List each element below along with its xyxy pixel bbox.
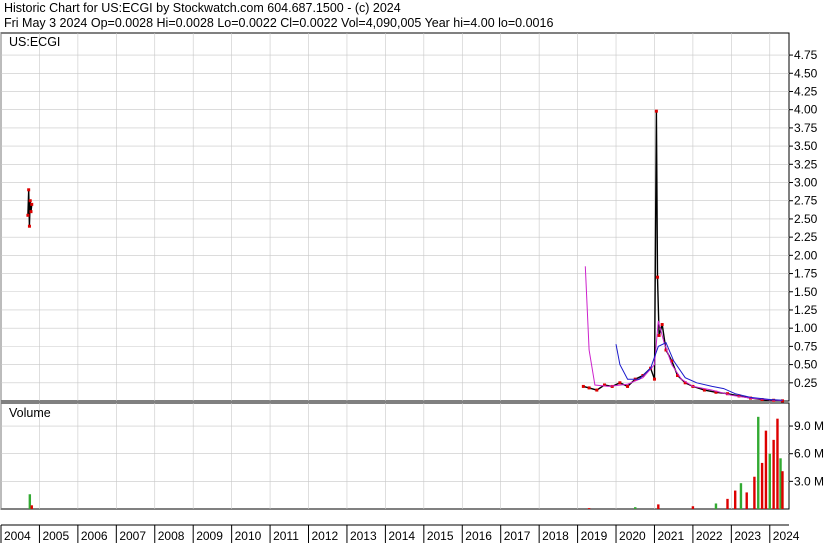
year-label: 2018 <box>542 529 569 543</box>
volume-bar <box>634 507 637 509</box>
price-axis: 0.25 0.50 0.75 1.00 1.25 1.50 1.75 2.00 2.25 2.50… <box>789 48 818 390</box>
volume-bar <box>757 416 760 509</box>
volume-panel <box>0 402 790 510</box>
year-label: 2007 <box>119 529 146 543</box>
price-panel <box>0 32 790 402</box>
volume-bar <box>739 483 743 509</box>
price-tick-label: 4.75 <box>794 48 818 62</box>
price-point <box>30 202 34 206</box>
year-label: 2020 <box>619 529 646 543</box>
volume-bar <box>714 503 718 509</box>
price-tick-label: 4.00 <box>794 103 818 117</box>
price-point <box>28 199 32 203</box>
volume-bar <box>781 471 784 509</box>
volume-bar <box>776 418 779 509</box>
symbol-label: US:ECGI <box>9 35 60 49</box>
year-label: 2004 <box>4 529 31 543</box>
x-axis: 2004 2005 2006 2007 2008 2009 2010 2011 2012 2013… <box>0 525 800 543</box>
volume-bar <box>768 453 771 509</box>
volume-bar <box>772 439 775 509</box>
price-tick-label: 2.75 <box>794 194 818 208</box>
price-point <box>587 386 591 390</box>
year-label: 2012 <box>312 529 339 543</box>
volume-bar <box>745 492 748 509</box>
price-tick-label: 4.50 <box>794 66 818 80</box>
price-tick-label: 3.75 <box>794 121 818 135</box>
year-label: 2010 <box>235 529 262 543</box>
year-label: 2022 <box>696 529 723 543</box>
year-label: 2014 <box>388 529 415 543</box>
price-point <box>626 384 630 388</box>
volume-bar <box>733 490 737 509</box>
year-label: 2021 <box>657 529 684 543</box>
year-label: 2011 <box>273 529 299 543</box>
year-label: 2016 <box>465 529 492 543</box>
price-tick-label: 1.75 <box>794 267 818 281</box>
price-point <box>595 388 599 392</box>
year-label: 2009 <box>196 529 223 543</box>
year-label: 2006 <box>81 529 108 543</box>
price-point <box>657 333 661 337</box>
volume-bar <box>753 476 756 509</box>
price-tick-label: 4.25 <box>794 84 818 98</box>
volume-bar <box>760 462 764 509</box>
price-tick-label: 3.25 <box>794 157 818 171</box>
volume-axis: 3.0 M 6.0 M 9.0 M <box>789 419 824 488</box>
price-point <box>660 323 664 327</box>
price-tick-label: 1.00 <box>794 321 818 335</box>
volume-tick-label: 9.0 M <box>794 419 824 433</box>
year-label: 2024 <box>773 529 800 543</box>
price-point <box>27 188 31 192</box>
volume-title: Volume <box>9 406 51 420</box>
price-tick-label: 2.25 <box>794 230 818 244</box>
price-tick-label: 1.50 <box>794 285 818 299</box>
year-label: 2015 <box>427 529 454 543</box>
volume-bar <box>587 508 591 509</box>
price-tick-label: 2.00 <box>794 248 818 262</box>
volume-bar <box>764 430 768 509</box>
year-label: 2023 <box>734 529 761 543</box>
year-label: 2013 <box>350 529 377 543</box>
price-tick-label: 0.75 <box>794 339 818 353</box>
price-point <box>652 377 656 381</box>
year-label: 2017 <box>504 529 531 543</box>
price-tick-label: 1.25 <box>794 303 818 317</box>
price-point <box>654 109 658 113</box>
volume-bar <box>691 506 695 509</box>
price-tick-label: 3.50 <box>794 139 818 153</box>
price-point <box>581 384 585 388</box>
price-tick-label: 2.50 <box>794 212 818 226</box>
price-tick-label: 3.00 <box>794 176 818 190</box>
year-label: 2005 <box>42 529 69 543</box>
price-point <box>656 275 660 279</box>
price-tick-label: 0.50 <box>794 358 818 372</box>
year-label: 2008 <box>158 529 185 543</box>
price-point <box>26 213 30 217</box>
volume-tick-label: 3.0 M <box>794 474 824 488</box>
year-label: 2019 <box>581 529 608 543</box>
stock-chart: 0.25 0.50 0.75 1.00 1.25 1.50 1.75 2.00 2.25 2.50… <box>0 32 824 543</box>
price-point <box>29 210 33 214</box>
volume-bar <box>657 504 660 509</box>
volume-tick-label: 6.0 M <box>794 447 824 461</box>
price-point <box>618 381 622 385</box>
price-tick-label: 0.25 <box>794 376 818 390</box>
price-point <box>27 224 31 228</box>
volume-bar <box>726 498 729 509</box>
volume-bar <box>30 505 33 509</box>
